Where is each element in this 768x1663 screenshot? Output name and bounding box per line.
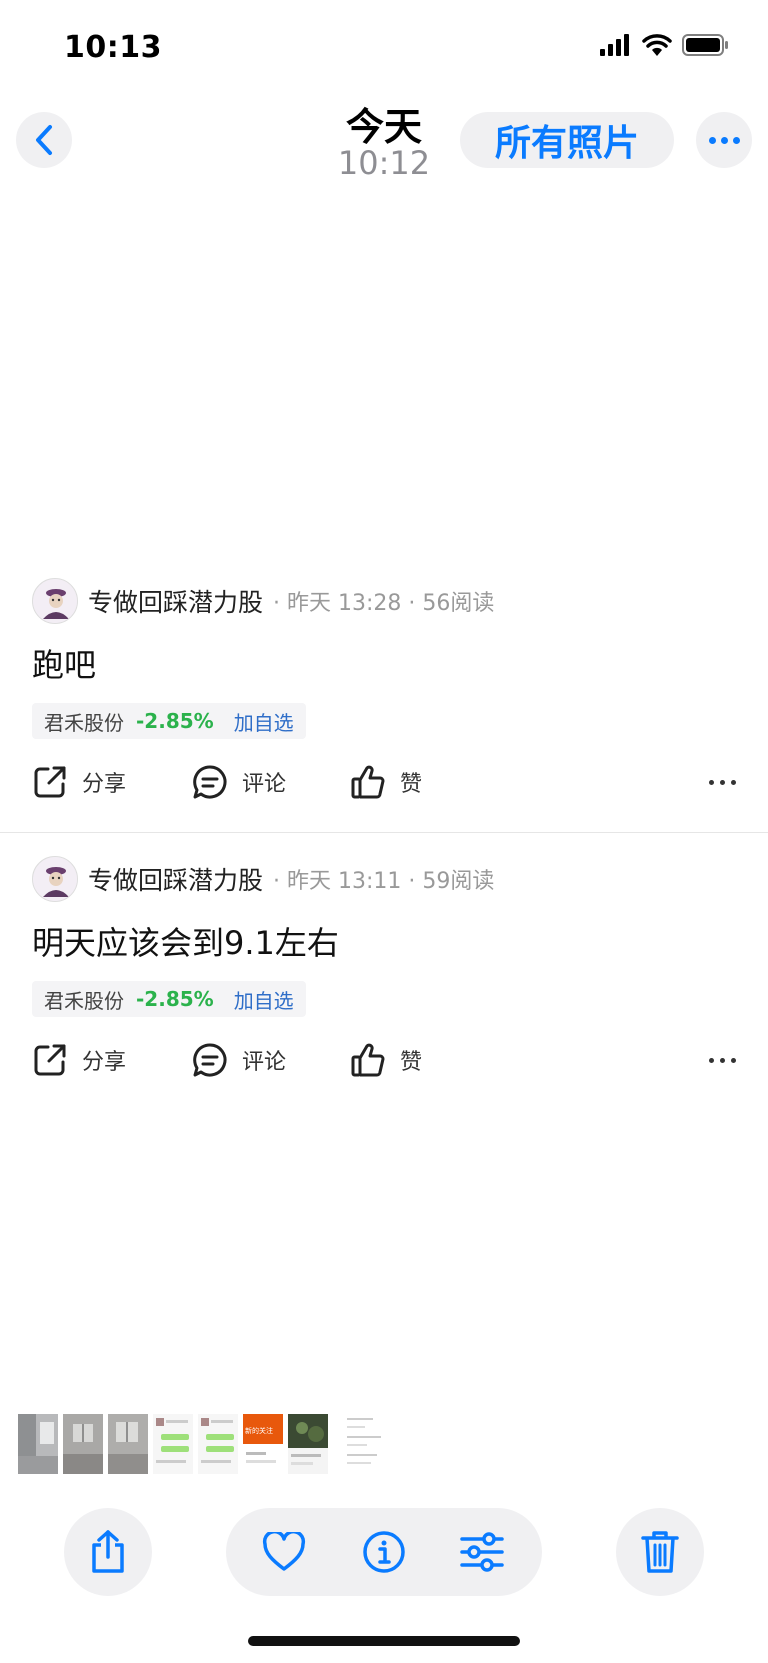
post-text: 跑吧 [32,646,97,684]
share-photo-button[interactable] [64,1508,152,1596]
status-icons [600,34,728,56]
like-label: 赞 [400,772,423,797]
post-meta: · 昨天 13:28 · 56阅读 [273,591,495,616]
info-icon [363,1531,405,1573]
stock-tag[interactable]: 君禾股份 -2.85% 加自选 [32,703,306,739]
comment-button[interactable]: 评论 [192,1038,286,1082]
trash-icon [641,1531,679,1573]
thumbnail[interactable] [18,1414,58,1474]
comment-icon [193,765,227,799]
avatar-image [33,579,77,623]
thumbnail[interactable] [108,1414,148,1474]
avatar-image [33,857,77,901]
wifi-icon [642,34,672,56]
all-photos-button[interactable]: 所有照片 [460,112,674,168]
thumbnail[interactable] [198,1414,238,1474]
avatar[interactable] [32,856,78,902]
stock-tag[interactable]: 君禾股份 -2.85% 加自选 [32,981,306,1017]
thumbnail-caption: 新的关注 [245,1427,273,1435]
like-button[interactable]: 赞 [350,1038,422,1082]
share-button[interactable]: 分享 [32,1038,126,1082]
comment-label: 评论 [242,772,287,797]
post-actions: 分享 评论 赞 [32,760,736,804]
photo-actions-group [226,1508,542,1596]
like-button[interactable]: 赞 [350,760,422,804]
bottom-toolbar [0,1508,768,1596]
status-bar: 10:13 [0,0,768,96]
share-button[interactable]: 分享 [32,760,126,804]
thumbnail[interactable] [63,1414,103,1474]
thumbnail-strip: 新的关注 [18,1414,393,1474]
thumbnail[interactable] [333,1414,393,1474]
more-dots-icon [709,779,714,785]
comment-icon [193,1043,227,1077]
stock-change: -2.85% [136,709,214,733]
like-label: 赞 [400,1050,423,1075]
post-divider [0,832,768,833]
home-indicator[interactable] [248,1636,520,1646]
thumbnail[interactable] [288,1414,328,1474]
comment-label: 评论 [242,1050,287,1075]
stock-change: -2.85% [136,987,214,1011]
battery-icon [682,34,728,56]
avatar[interactable] [32,578,78,624]
share-label: 分享 [82,1050,127,1075]
share-label: 分享 [82,772,127,797]
status-time: 10:13 [64,30,162,65]
post-text: 明天应该会到9.1左右 [32,924,339,962]
stock-name: 君禾股份 [44,710,124,735]
add-watchlist-link[interactable]: 加自选 [234,985,294,1014]
adjust-button[interactable] [458,1528,506,1576]
author-name[interactable]: 专做回踩潜力股 [88,861,263,897]
thumbnail[interactable]: 新的关注 [243,1414,283,1474]
more-dots-icon [708,136,716,144]
thumbnail[interactable] [153,1414,193,1474]
more-dots-icon [709,1057,714,1063]
post-header: 专做回踩潜力股 · 昨天 13:11 · 59阅读 [32,856,494,902]
post-more-button[interactable] [709,760,736,804]
post-header: 专做回踩潜力股 · 昨天 13:28 · 56阅读 [32,578,494,624]
delete-button[interactable] [616,1508,704,1596]
like-icon [351,1043,385,1077]
adjust-icon [460,1532,504,1572]
post-meta: · 昨天 13:11 · 59阅读 [273,869,495,894]
share-icon [34,1044,66,1076]
favorite-button[interactable] [260,1528,308,1576]
share-icon [34,766,66,798]
nav-bar: 今天 10:12 所有照片 [0,96,768,186]
comment-button[interactable]: 评论 [192,760,286,804]
share-icon [92,1530,124,1573]
author-name[interactable]: 专做回踩潜力股 [88,583,263,619]
cellular-signal-icon [600,34,629,56]
post-more-button[interactable] [709,1038,736,1082]
heart-icon [262,1532,306,1571]
more-button[interactable] [696,112,752,168]
like-icon [351,765,385,799]
info-button[interactable] [360,1528,408,1576]
stock-name: 君禾股份 [44,988,124,1013]
post-actions: 分享 评论 赞 [32,1038,736,1082]
add-watchlist-link[interactable]: 加自选 [234,707,294,736]
